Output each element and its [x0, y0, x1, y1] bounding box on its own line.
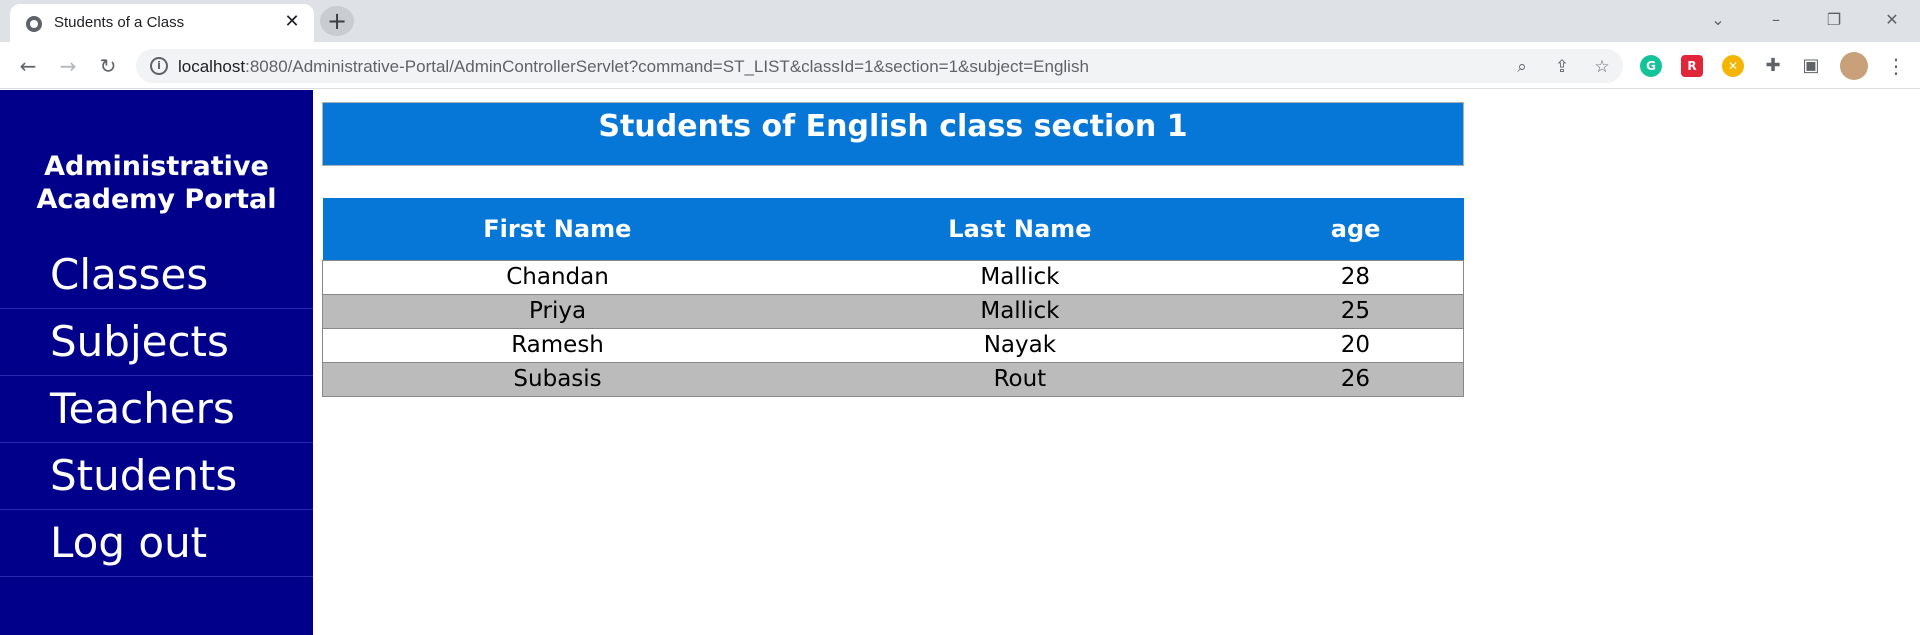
sidebar-item-logout[interactable]: Log out	[0, 510, 313, 577]
sidebar-item-teachers[interactable]: Teachers	[0, 376, 313, 443]
cell-age: 20	[1247, 328, 1464, 362]
cell-last-name: Mallick	[792, 260, 1248, 294]
sidebar: Administrative Academy Portal Classes Su…	[0, 90, 313, 635]
cell-last-name: Rout	[792, 362, 1248, 396]
profile-avatar[interactable]	[1840, 52, 1868, 80]
cell-age: 28	[1247, 260, 1464, 294]
menu-kebab-icon[interactable]: ⋮	[1882, 52, 1910, 80]
brand-line-2: Academy Portal	[36, 184, 277, 215]
extension-red-icon[interactable]: R	[1681, 55, 1703, 77]
side-panel-icon[interactable]: ▣	[1800, 55, 1822, 77]
url-host: localhost	[178, 57, 246, 76]
share-icon[interactable]: ⇪	[1550, 55, 1574, 79]
close-icon[interactable]: ✕	[280, 10, 304, 34]
extension-clock-icon[interactable]: ✕	[1722, 55, 1744, 77]
cell-first-name: Chandan	[322, 260, 793, 294]
cell-last-name: Nayak	[792, 328, 1248, 362]
tab-title: Students of a Class	[54, 14, 185, 31]
table-row: Chandan Mallick 28	[322, 260, 1464, 294]
url-path: :8080/Administrative-Portal/AdminControl…	[245, 57, 1089, 76]
table-row: Priya Mallick 25	[322, 294, 1464, 328]
cell-first-name: Subasis	[322, 362, 793, 396]
forward-button[interactable]: →	[54, 52, 82, 80]
browser-tab[interactable]: Students of a Class ✕	[10, 4, 314, 42]
globe-icon	[26, 16, 42, 32]
close-window-button[interactable]: ✕	[1876, 6, 1908, 34]
tab-search-icon[interactable]: ⌄	[1702, 6, 1734, 34]
brand-line-1: Administrative	[44, 151, 269, 182]
main-content: Students of English class section 1 Firs…	[322, 102, 1464, 397]
cell-first-name: Ramesh	[322, 328, 793, 362]
cell-age: 26	[1247, 362, 1464, 396]
cell-age: 25	[1247, 294, 1464, 328]
address-bar[interactable]: i localhost:8080/Administrative-Portal/A…	[136, 49, 1623, 83]
table-header-row: First Name Last Name age	[322, 198, 1464, 260]
portal-brand: Administrative Academy Portal	[0, 150, 313, 216]
site-info-icon[interactable]: i	[150, 57, 168, 75]
grammarly-extension-icon[interactable]: G	[1640, 55, 1662, 77]
sidebar-nav: Classes Subjects Teachers Students Log o…	[0, 250, 313, 577]
cell-last-name: Mallick	[792, 294, 1248, 328]
column-header-last-name: Last Name	[792, 198, 1248, 260]
column-header-first-name: First Name	[322, 198, 793, 260]
browser-tab-strip: Students of a Class ✕ + ⌄ – ❐ ✕	[0, 0, 1920, 42]
bookmark-star-icon[interactable]: ☆	[1590, 55, 1614, 79]
zoom-icon[interactable]: ⌕	[1510, 55, 1534, 79]
table-row: Subasis Rout 26	[322, 362, 1464, 396]
restore-button[interactable]: ❐	[1818, 6, 1850, 34]
column-header-age: age	[1247, 198, 1464, 260]
back-button[interactable]: ←	[14, 52, 42, 80]
sidebar-item-students[interactable]: Students	[0, 443, 313, 510]
reload-button[interactable]: ↻	[94, 52, 122, 80]
minimize-button[interactable]: –	[1760, 6, 1792, 34]
table-row: Ramesh Nayak 20	[322, 328, 1464, 362]
cell-first-name: Priya	[322, 294, 793, 328]
sidebar-item-classes[interactable]: Classes	[0, 242, 313, 309]
sidebar-item-subjects[interactable]: Subjects	[0, 309, 313, 376]
url-text[interactable]: localhost:8080/Administrative-Portal/Adm…	[178, 57, 1089, 77]
students-table: First Name Last Name age Chandan Mallick…	[322, 198, 1464, 397]
web-page: Administrative Academy Portal Classes Su…	[0, 90, 1920, 635]
page-title: Students of English class section 1	[322, 102, 1464, 166]
browser-toolbar: ← → ↻ i localhost:8080/Administrative-Po…	[0, 42, 1920, 89]
extensions-puzzle-icon[interactable]: ✚	[1762, 55, 1784, 77]
new-tab-button[interactable]: +	[320, 6, 354, 36]
